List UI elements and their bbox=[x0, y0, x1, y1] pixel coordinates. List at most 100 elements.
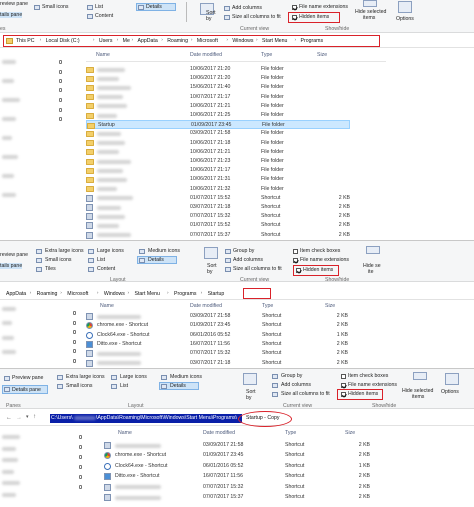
extra-large-icons-option[interactable]: Extra large icons bbox=[66, 374, 105, 380]
column-header-type[interactable]: Type bbox=[262, 303, 273, 309]
table-row[interactable]: 10/06/2017 21:20 File folder bbox=[86, 65, 350, 74]
breadcrumb-separator-icon[interactable]: › bbox=[60, 291, 62, 296]
table-row[interactable]: 10/06/2017 21:31 File folder bbox=[86, 175, 350, 184]
layout-scroll[interactable] bbox=[186, 2, 191, 22]
list-option[interactable]: List bbox=[95, 4, 103, 10]
group-by-button[interactable]: Group by bbox=[233, 248, 254, 254]
table-row[interactable]: Startup 01/09/2017 23:45 File folder bbox=[86, 120, 350, 130]
table-row[interactable]: 03/09/2017 21:58 Shortcut 2 KB bbox=[86, 312, 350, 321]
content-option[interactable]: Content bbox=[95, 13, 113, 19]
options-button[interactable]: Options bbox=[441, 389, 459, 395]
column-header-date[interactable]: Date modified bbox=[190, 303, 222, 309]
column-header-date[interactable]: Date modified bbox=[203, 430, 235, 436]
size-all-columns-button[interactable]: Size all columns to fit bbox=[281, 391, 330, 397]
breadcrumb-item[interactable]: Programs bbox=[174, 291, 197, 297]
group-by-button[interactable]: Group by bbox=[281, 373, 302, 379]
extra-large-icons-option[interactable]: Extra large icons bbox=[45, 248, 84, 254]
table-row[interactable]: 10/06/2017 21:17 File folder bbox=[86, 166, 350, 175]
add-columns-button[interactable]: Add columns bbox=[232, 5, 262, 11]
back-icon[interactable]: ← bbox=[6, 415, 12, 421]
up-icon[interactable]: ↑ bbox=[33, 414, 36, 420]
column-header-type[interactable]: Type bbox=[285, 430, 296, 436]
tiles-option[interactable]: Tiles bbox=[45, 266, 56, 272]
column-header-name[interactable]: Name bbox=[118, 430, 132, 436]
table-row[interactable]: 10/06/2017 21:18 File folder bbox=[86, 139, 350, 148]
table-row[interactable]: 03/09/2017 21:58 File folder bbox=[86, 129, 350, 138]
options-button[interactable]: Options bbox=[396, 16, 414, 22]
column-header-type[interactable]: Type bbox=[261, 52, 272, 58]
forward-icon[interactable]: → bbox=[16, 415, 22, 421]
table-row[interactable]: 07/07/2017 15:37 Shortcut 2 KB bbox=[104, 493, 374, 502]
breadcrumb-item[interactable]: Roaming bbox=[37, 291, 58, 297]
table-row[interactable]: 07/07/2017 15:32 Shortcut 2 KB bbox=[104, 483, 374, 492]
medium-icons-option[interactable]: Medium icons bbox=[148, 248, 180, 254]
address-bar[interactable]: ← → ▾ ↑ C:\Users\ \AppData\Roaming\Micro… bbox=[0, 411, 474, 427]
table-row[interactable]: 03/07/2017 21:18 Shortcut 2 KB bbox=[86, 203, 350, 212]
table-row[interactable]: 01/07/2017 15:52 Shortcut 2 KB bbox=[86, 221, 350, 230]
table-row[interactable]: 10/06/2017 21:21 File folder bbox=[86, 102, 350, 111]
table-row[interactable]: Clock64.exe - Shortcut 06/01/2016 05:52 Sh… bbox=[86, 331, 350, 340]
table-row[interactable]: 03/09/2017 21:58 Shortcut 2 KB bbox=[104, 441, 374, 450]
content-option[interactable]: Content bbox=[97, 266, 115, 272]
table-row[interactable]: Clock64.exe - Shortcut 06/01/2016 05:52 Sh… bbox=[104, 462, 374, 471]
details-pane-button[interactable]: tails pane bbox=[0, 12, 23, 18]
breadcrumb-item[interactable]: Startup bbox=[208, 291, 225, 297]
recent-dropdown-icon[interactable]: ▾ bbox=[26, 415, 28, 420]
add-columns-button[interactable]: Add columns bbox=[233, 257, 263, 263]
address-bar[interactable]: AppData › Roaming › Microsoft › Windows › Start … bbox=[0, 287, 474, 300]
table-row[interactable]: 03/07/2017 21:18 Shortcut 2 KB bbox=[86, 359, 350, 368]
table-row[interactable]: 01/07/2017 15:52 Shortcut 2 KB bbox=[86, 194, 350, 203]
table-row[interactable]: 10/06/2017 21:32 File folder bbox=[86, 185, 350, 194]
small-icons-option[interactable]: Small icons bbox=[42, 4, 69, 10]
address-bar[interactable]: This PC › Local Disk (C:) › Users › Me › AppData… bbox=[0, 34, 474, 48]
table-row[interactable]: 10/07/2017 21:17 File folder bbox=[86, 93, 350, 102]
details-pane-button[interactable]: tails pane bbox=[0, 263, 23, 269]
file-name-extensions-checkbox[interactable] bbox=[292, 5, 297, 10]
column-header-size[interactable]: Size bbox=[345, 430, 355, 436]
address-path-text-2[interactable]: \AppData\Roaming\Microsoft\Windows\Start… bbox=[96, 415, 237, 421]
breadcrumb-item[interactable]: Start Menu bbox=[135, 291, 160, 297]
list-option[interactable]: List bbox=[120, 383, 128, 389]
table-row[interactable]: Ditto.exe - Shortcut 16/07/2017 11:56 Shor… bbox=[86, 340, 350, 349]
table-row[interactable]: Ditto.exe - Shortcut 16/07/2017 11:56 Shor… bbox=[104, 472, 374, 481]
preview-pane-button[interactable]: Preview pane bbox=[12, 375, 43, 381]
file-name-extensions-checkbox[interactable] bbox=[341, 383, 346, 388]
table-row[interactable]: 07/07/2017 15:37 Shortcut 2 KB bbox=[86, 231, 350, 240]
column-header-date[interactable]: Date modified bbox=[190, 52, 222, 58]
breadcrumb-separator-icon[interactable]: › bbox=[30, 291, 32, 296]
add-columns-button[interactable]: Add columns bbox=[281, 382, 311, 388]
table-row[interactable]: chrome.exe - Shortcut 01/09/2017 23:45 Sho… bbox=[86, 321, 350, 330]
table-row[interactable]: 10/06/2017 21:20 File folder bbox=[86, 74, 350, 83]
breadcrumb-item[interactable]: Windows bbox=[104, 291, 125, 297]
breadcrumb-separator-icon[interactable]: › bbox=[201, 291, 203, 296]
preview-pane-button[interactable]: review pane bbox=[0, 252, 28, 258]
table-row[interactable]: 10/06/2017 21:25 File folder bbox=[86, 111, 350, 120]
item-check-boxes-checkbox[interactable] bbox=[341, 374, 346, 379]
item-check-boxes-checkbox[interactable] bbox=[293, 249, 298, 254]
breadcrumb-separator-icon[interactable]: › bbox=[97, 291, 99, 296]
column-header-size[interactable]: Size bbox=[317, 52, 327, 58]
large-icons-option[interactable]: Large icons bbox=[120, 374, 147, 380]
breadcrumb-separator-icon[interactable]: › bbox=[128, 291, 130, 296]
file-name-extensions-checkbox[interactable] bbox=[293, 258, 298, 263]
column-header-size[interactable]: Size bbox=[325, 303, 335, 309]
column-header-name[interactable]: Name bbox=[96, 52, 110, 58]
medium-icons-option[interactable]: Medium icons bbox=[170, 374, 202, 380]
table-row[interactable]: 07/07/2017 15:32 Shortcut 2 KB bbox=[86, 349, 350, 358]
size-all-columns-button[interactable]: Size all columns to fit bbox=[232, 14, 281, 20]
breadcrumb-item[interactable]: Microsoft bbox=[67, 291, 88, 297]
breadcrumb-separator-icon[interactable]: › bbox=[167, 291, 169, 296]
small-icons-option[interactable]: Small icons bbox=[45, 257, 72, 263]
list-option[interactable]: List bbox=[97, 257, 105, 263]
preview-pane-button[interactable]: review pane bbox=[0, 1, 28, 7]
address-path-text[interactable]: C:\Users\ bbox=[51, 415, 73, 421]
large-icons-option[interactable]: Large icons bbox=[97, 248, 124, 254]
table-row[interactable]: chrome.exe - Shortcut 01/09/2017 23:45 Sho… bbox=[104, 451, 374, 460]
table-row[interactable]: 15/06/2017 21:40 File folder bbox=[86, 83, 350, 92]
table-row[interactable]: 10/06/2017 21:21 File folder bbox=[86, 148, 350, 157]
table-row[interactable]: 07/07/2017 15:32 Shortcut 2 KB bbox=[86, 212, 350, 221]
column-header-name[interactable]: Name bbox=[100, 303, 114, 309]
size-all-columns-button[interactable]: Size all columns to fit bbox=[233, 266, 282, 272]
breadcrumb-item[interactable]: AppData bbox=[6, 291, 26, 297]
table-row[interactable]: 10/06/2017 21:23 File folder bbox=[86, 157, 350, 166]
